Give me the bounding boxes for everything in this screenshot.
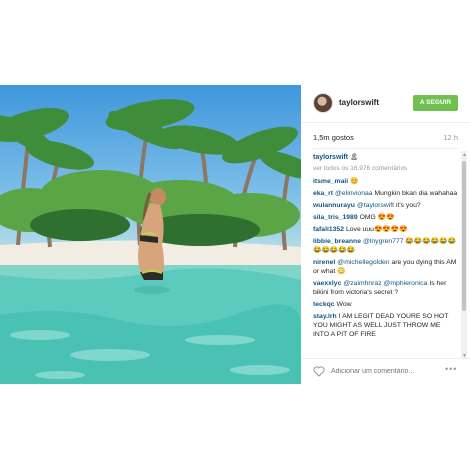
heart-icon[interactable] (313, 366, 325, 377)
comment-text: OMG 😍😍 (359, 214, 395, 221)
comments-list[interactable]: taylorswift 🏝 ver todos os 16,976 coment… (313, 153, 458, 356)
divider (313, 148, 458, 149)
caption-text: 🏝 (349, 154, 359, 161)
post-header: taylorswift A SEGUIR (301, 85, 470, 123)
comment-text: 😊 (350, 178, 359, 185)
scrollbar-thumb[interactable] (462, 161, 466, 311)
likes-count[interactable]: 1,5m gostos (313, 133, 354, 142)
comment-username[interactable]: itsme_maii (313, 178, 348, 185)
comment-username[interactable]: vaexxlyc (313, 280, 341, 287)
comment-username[interactable]: fafali1352 (313, 226, 344, 233)
beach-scene-illustration (0, 99, 301, 384)
comment-mention[interactable]: @michellegolden (337, 259, 389, 266)
comment-mention[interactable]: @taylorswift (357, 202, 394, 209)
comment-text: Wow (336, 301, 352, 308)
avatar[interactable] (313, 93, 333, 113)
comment-row: eka_rt @elinvionaa Mungkin bkan dia wahah… (313, 189, 458, 198)
follow-button[interactable]: A SEGUIR (413, 95, 458, 111)
comment-text: it's you? (395, 202, 421, 209)
comment-row: wulannurayu @taylorswift it's you? (313, 201, 458, 210)
instagram-post: taylorswift A SEGUIR 1,5m gostos 12 h ta… (0, 85, 470, 384)
post-photo[interactable] (0, 85, 301, 384)
comment-row: libbie_breanne @lnygren777 😂😂😂😂😂😂😂😂😂😂😂 (313, 237, 458, 255)
comment-row: fafali1352 Love uuu😍😍😍😍 (313, 225, 458, 234)
comment-row: itsme_maii 😊 (313, 177, 458, 186)
comment-text: Mungkin bkan dia wahahaa (374, 190, 458, 197)
comment-username[interactable]: teckqc (313, 301, 335, 308)
comment-row: nirenel @michellegolden are you dying thi… (313, 258, 458, 276)
caption-username[interactable]: taylorswift (313, 154, 348, 161)
comment-username[interactable]: eka_rt (313, 190, 333, 197)
post-meta: 1,5m gostos 12 h (313, 133, 458, 145)
post-footer: ••• (301, 358, 470, 384)
post-side-panel: taylorswift A SEGUIR 1,5m gostos 12 h ta… (301, 85, 470, 384)
add-comment-input[interactable] (331, 365, 436, 378)
comments-scrollbar[interactable]: ▲ ▼ (461, 151, 467, 359)
comment-mention[interactable]: @zaimhnraz @mphieronica (343, 280, 427, 287)
comment-row: vaexxlyc @zaimhnraz @mphieronica Is her b… (313, 279, 458, 297)
more-options-icon[interactable]: ••• (445, 364, 457, 374)
post-username[interactable]: taylorswift (339, 98, 379, 107)
comment-mention[interactable]: @elinvionaa (335, 190, 373, 197)
comment-username[interactable]: libbie_breanne (313, 238, 361, 245)
comment-row: stay.lrh I AM LEGIT DEAD YOURE SO HOT YOU… (313, 312, 458, 339)
comment-row: sila_tris_1989 OMG 😍😍 (313, 213, 458, 222)
comment-username[interactable]: nirenel (313, 259, 335, 266)
comment-username[interactable]: wulannurayu (313, 202, 355, 209)
comment-username[interactable]: sila_tris_1989 (313, 214, 358, 221)
scroll-up-arrow-icon[interactable]: ▲ (462, 152, 467, 158)
caption: taylorswift 🏝 (313, 153, 458, 162)
post-time: 12 h (443, 133, 458, 142)
comment-row: teckqc Wow (313, 300, 458, 309)
view-all-comments-link[interactable]: ver todos os 16,976 comentários (313, 165, 458, 172)
comment-mention[interactable]: @lnygren777 (363, 238, 404, 245)
comment-text: Love uuu😍😍😍😍 (345, 226, 408, 233)
comment-username[interactable]: stay.lrh (313, 313, 337, 320)
